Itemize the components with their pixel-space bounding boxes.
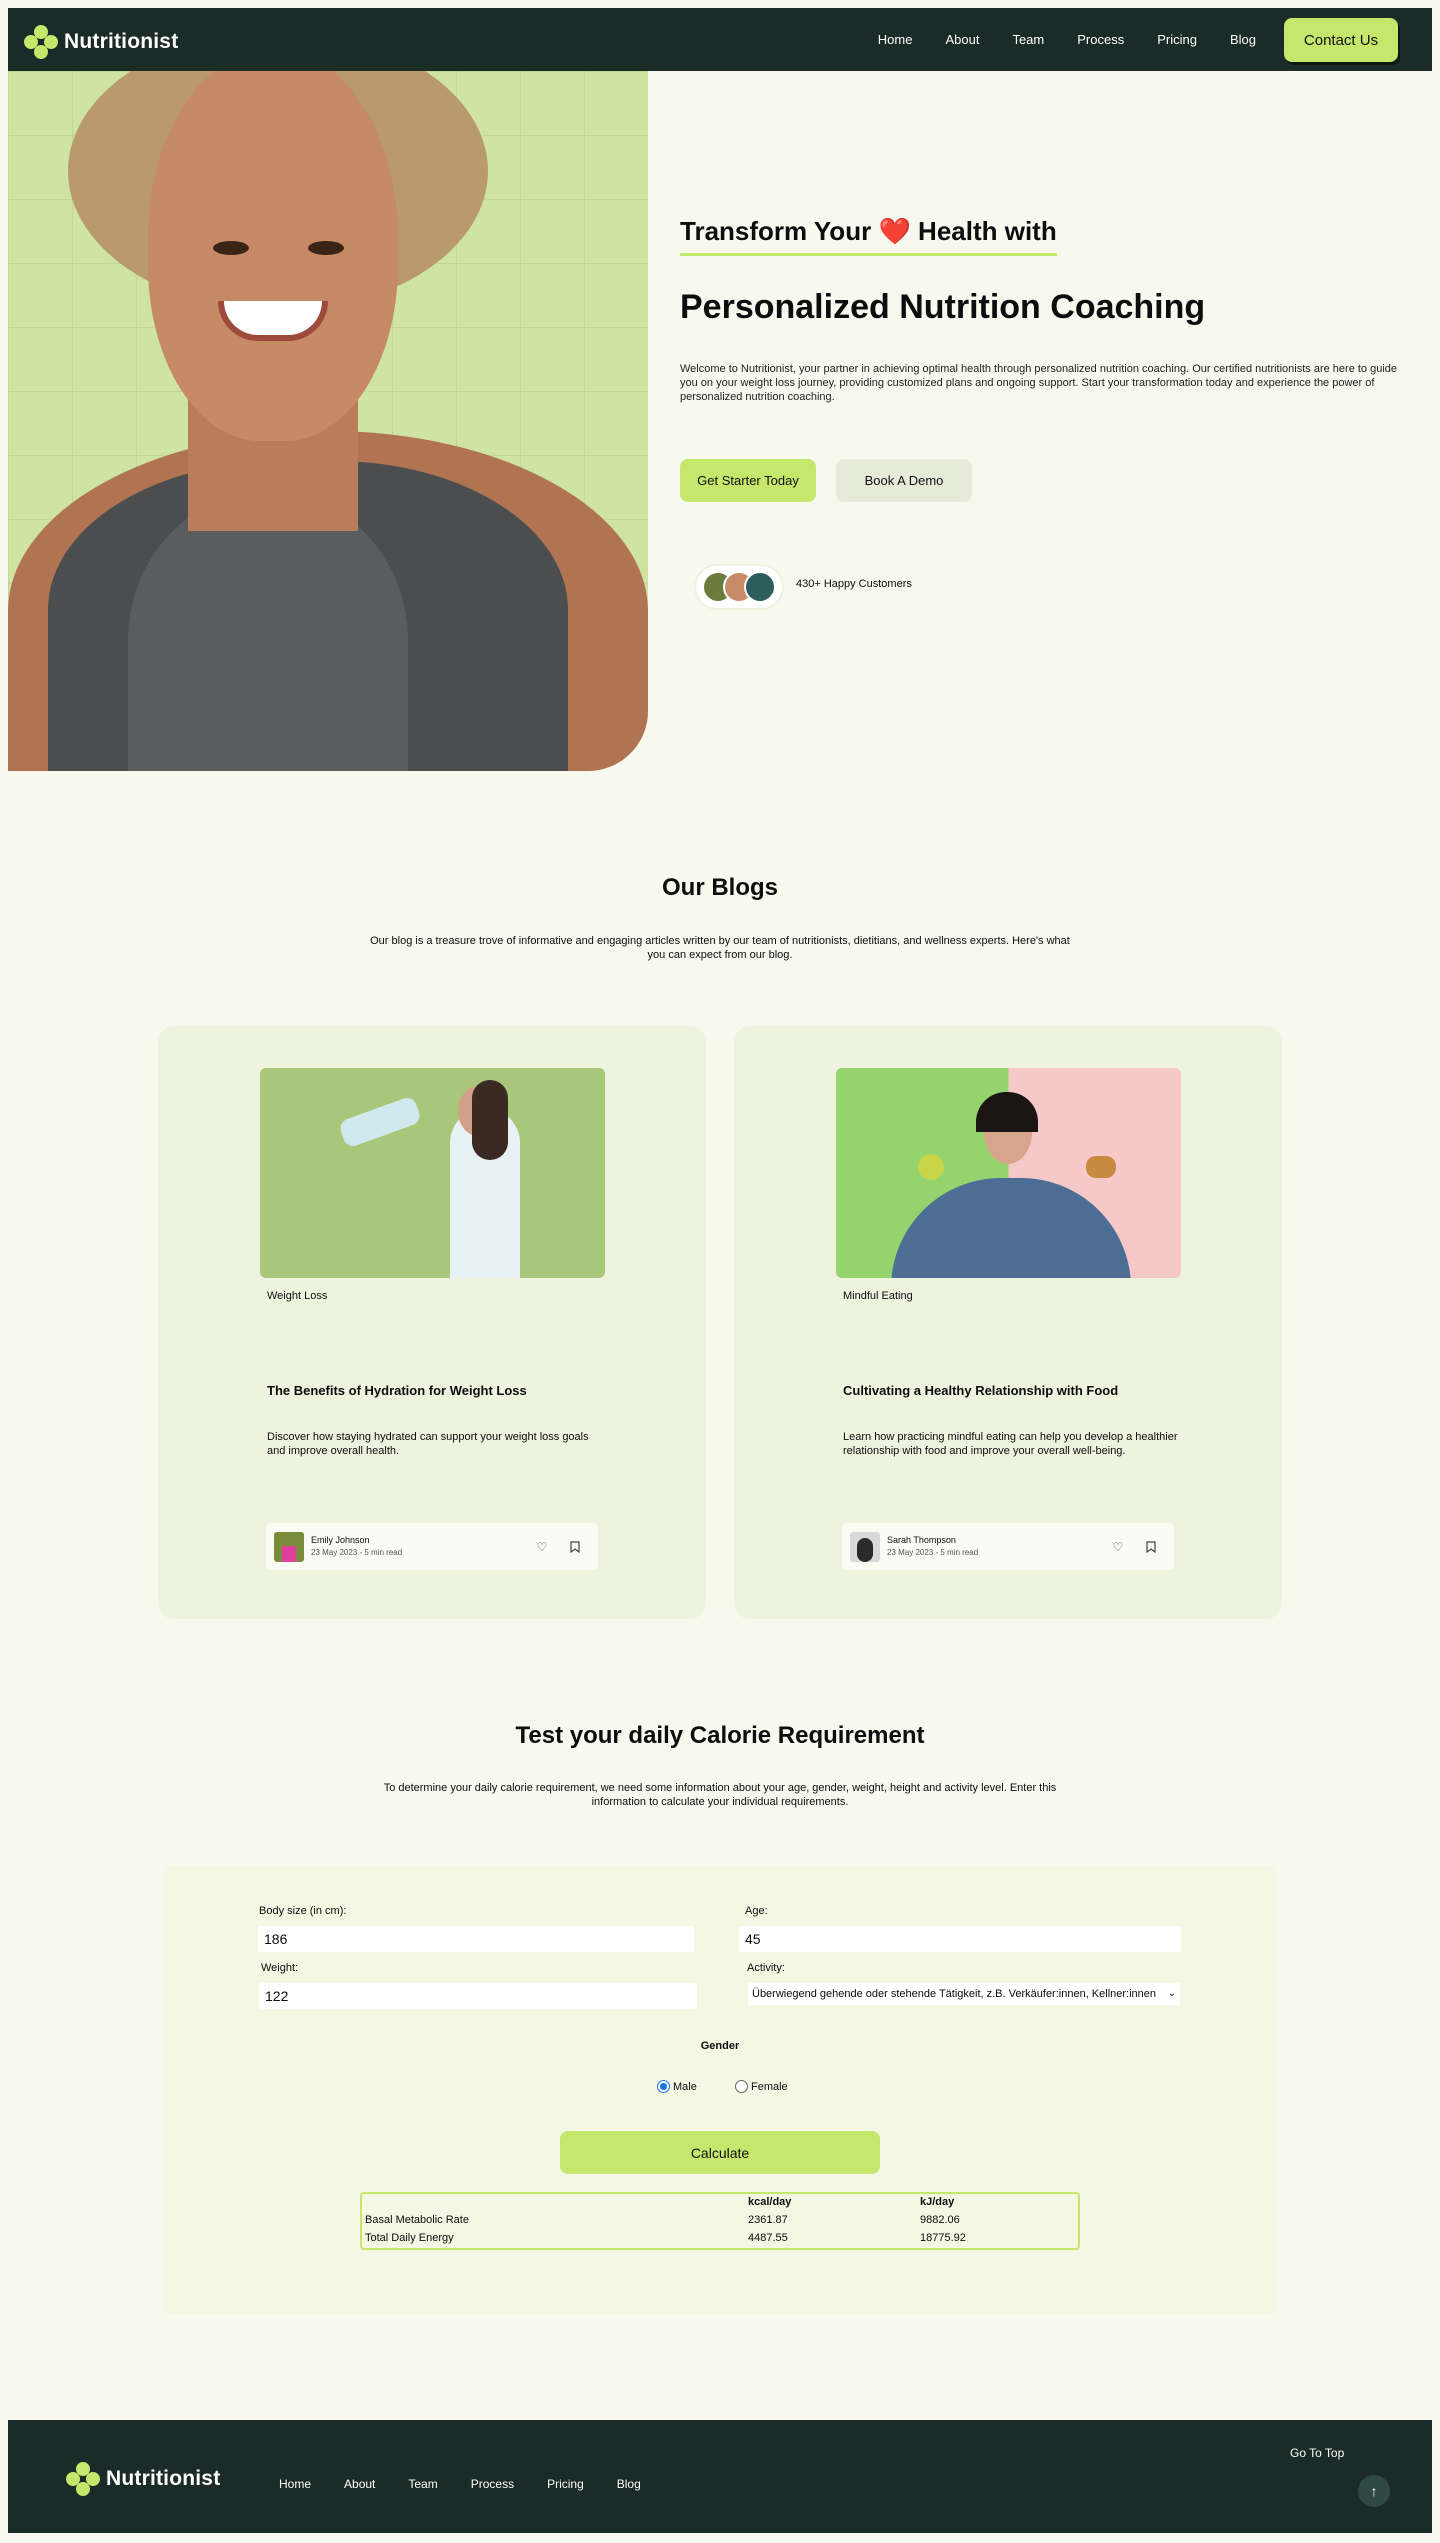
blog-card[interactable]: Weight Loss The Benefits of Hydration fo… [158, 1026, 706, 1619]
gender-male-option[interactable]: Male [657, 2080, 697, 2093]
row-kj: 18775.92 [920, 2232, 966, 2244]
age-input[interactable]: 45 [739, 1926, 1181, 1952]
activity-select[interactable]: Überwiegend gehende oder stehende Tätigk… [748, 1983, 1180, 2005]
calculator-title: Test your daily Calorie Requirement [515, 1722, 925, 1749]
nav-team[interactable]: Team [1012, 32, 1044, 47]
chevron-down-icon: ⌄ [1165, 1983, 1176, 2005]
blog-category: Weight Loss [267, 1290, 328, 1302]
footer-nav-blog[interactable]: Blog [617, 2477, 641, 2491]
body-size-label: Body size (in cm): [259, 1905, 347, 1917]
activity-label: Activity: [747, 1962, 785, 1974]
row-kcal: 4487.55 [748, 2232, 788, 2244]
blog-image[interactable] [836, 1068, 1181, 1278]
book-demo-button[interactable]: Book A Demo [836, 459, 972, 502]
arrow-up-icon[interactable]: ↑ [1358, 2475, 1390, 2507]
blog-category: Mindful Eating [843, 1290, 913, 1302]
bookmark-icon[interactable] [563, 1535, 587, 1559]
nav-about[interactable]: About [945, 32, 979, 47]
happy-customers-text: 430+ Happy Customers [796, 578, 912, 590]
nav-home[interactable]: Home [878, 32, 913, 47]
row-label: Total Daily Energy [365, 2232, 454, 2244]
footer-logo[interactable]: Nutritionist [66, 2462, 220, 2496]
nav-pricing[interactable]: Pricing [1157, 32, 1197, 47]
results-table: kcal/day kJ/day Basal Metabolic Rate 236… [360, 2192, 1080, 2250]
post-meta: 23 May 2023 - 5 min read [887, 1548, 979, 1557]
hero-title: Personalized Nutrition Coaching [680, 288, 1206, 326]
gender-label: Gender [700, 2040, 740, 2052]
logo-icon [66, 2462, 100, 2496]
age-label: Age: [745, 1905, 768, 1917]
blogs-description: Our blog is a treasure trove of informat… [370, 935, 1070, 961]
nav-process[interactable]: Process [1077, 32, 1124, 47]
logo-icon [24, 25, 58, 59]
logo-text: Nutritionist [106, 2467, 221, 2490]
logo[interactable]: Nutritionist [24, 25, 178, 59]
blog-card[interactable]: Mindful Eating Cultivating a Healthy Rel… [734, 1026, 1282, 1619]
avatar [744, 571, 776, 603]
calculate-button[interactable]: Calculate [560, 2131, 880, 2174]
author-avatar [850, 1532, 880, 1562]
blog-title[interactable]: Cultivating a Healthy Relationship with … [843, 1383, 1118, 1398]
heart-icon[interactable]: ♡ [530, 1535, 554, 1559]
site-header: Nutritionist Home About Team Process Pri… [8, 8, 1432, 71]
blog-title[interactable]: The Benefits of Hydration for Weight Los… [267, 1383, 527, 1398]
blog-excerpt: Discover how staying hydrated can suppor… [267, 1431, 589, 1457]
logo-text: Nutritionist [64, 30, 179, 53]
header-kcal: kcal/day [748, 2196, 792, 2208]
blogs-title: Our Blogs [661, 874, 778, 901]
customer-avatars [696, 566, 782, 608]
post-meta: 23 May 2023 - 5 min read [311, 1548, 403, 1557]
go-to-top-label[interactable]: Go To Top [1290, 2446, 1344, 2460]
site-footer: Nutritionist Home About Team Process Pri… [8, 2420, 1432, 2533]
weight-label: Weight: [261, 1962, 299, 1974]
bookmark-icon[interactable] [1139, 1535, 1163, 1559]
row-label: Basal Metabolic Rate [365, 2214, 469, 2226]
author-name: Emily Johnson [311, 1535, 370, 1545]
radio-female[interactable] [735, 2080, 748, 2093]
hero-subtitle: Transform Your ❤️ Health with [680, 216, 1057, 256]
contact-us-button[interactable]: Contact Us [1284, 18, 1398, 62]
footer-nav-home[interactable]: Home [279, 2477, 311, 2491]
hero-description: Welcome to Nutritionist, your partner in… [680, 363, 1398, 403]
footer-nav: Home About Team Process Pricing Blog [279, 2420, 674, 2533]
blog-image[interactable] [260, 1068, 605, 1278]
footer-nav-team[interactable]: Team [408, 2477, 437, 2491]
radio-male[interactable] [657, 2080, 670, 2093]
author-bar: Sarah Thompson 23 May 2023 - 5 min read … [842, 1523, 1174, 1570]
main-nav: Home About Team Process Pricing Blog [845, 8, 1256, 71]
get-started-button[interactable]: Get Starter Today [680, 459, 816, 502]
heart-icon: ❤️ [878, 216, 911, 246]
calculator-description: To determine your daily calorie requirem… [383, 1782, 1057, 1808]
footer-nav-pricing[interactable]: Pricing [547, 2477, 584, 2491]
gender-female-option[interactable]: Female [735, 2080, 788, 2093]
hero-image [8, 71, 648, 771]
footer-nav-about[interactable]: About [344, 2477, 375, 2491]
row-kcal: 2361.87 [748, 2214, 788, 2226]
weight-input[interactable]: 122 [259, 1983, 697, 2009]
heart-icon[interactable]: ♡ [1106, 1535, 1130, 1559]
author-avatar [274, 1532, 304, 1562]
nav-blog[interactable]: Blog [1230, 32, 1256, 47]
author-bar: Emily Johnson 23 May 2023 - 5 min read ♡ [266, 1523, 598, 1570]
blog-excerpt: Learn how practicing mindful eating can … [843, 1431, 1178, 1457]
header-kj: kJ/day [920, 2196, 955, 2208]
body-size-input[interactable]: 186 [258, 1926, 694, 1952]
author-name: Sarah Thompson [887, 1535, 956, 1545]
footer-nav-process[interactable]: Process [471, 2477, 514, 2491]
row-kj: 9882.06 [920, 2214, 960, 2226]
